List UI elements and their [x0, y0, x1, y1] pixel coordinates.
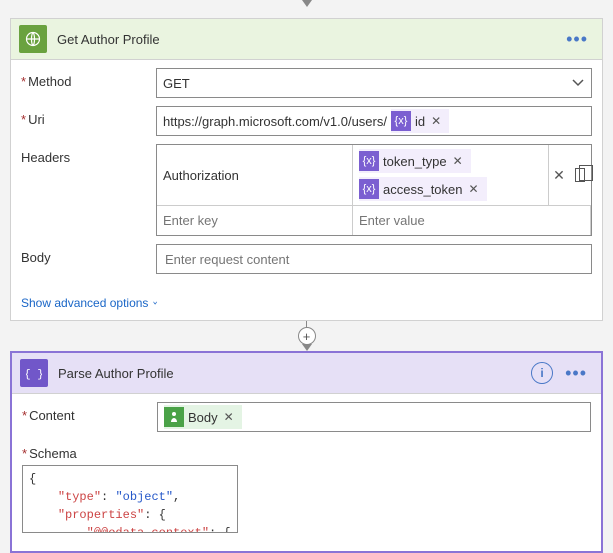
svg-text:{ }: { } [26, 369, 42, 381]
step-title: Get Author Profile [57, 32, 560, 47]
header-value-input[interactable] [353, 205, 591, 235]
chevron-down-icon [571, 75, 585, 92]
dynamic-content-icon: {x} [359, 151, 379, 171]
uri-input[interactable]: https://graph.microsoft.com/v1.0/users/ … [156, 106, 592, 136]
advanced-link-label: Show advanced options [21, 296, 148, 310]
token-label: id [415, 114, 425, 129]
method-label: Method [21, 68, 156, 89]
method-value: GET [163, 76, 190, 91]
token-label: token_type [383, 154, 447, 169]
remove-token-icon[interactable]: ✕ [467, 182, 481, 196]
schema-label: Schema [22, 440, 77, 461]
close-icon: ✕ [553, 167, 565, 184]
card-header[interactable]: { } Parse Author Profile i ••• [12, 353, 601, 394]
uri-token-id[interactable]: {x} id ✕ [391, 109, 449, 133]
step-parse-author-profile: { } Parse Author Profile i ••• Content B… [10, 351, 603, 553]
header-key-cell[interactable]: Authorization [157, 145, 353, 205]
more-menu-button[interactable]: ••• [560, 29, 594, 50]
card-header[interactable]: Get Author Profile ••• [11, 19, 602, 60]
body-input[interactable] [156, 244, 592, 274]
globe-icon [19, 25, 47, 53]
more-menu-button[interactable]: ••• [559, 363, 593, 384]
content-input[interactable]: Body ✕ [157, 402, 591, 432]
content-label: Content [22, 402, 157, 423]
header-value-cell[interactable]: {x} token_type ✕ {x} access_token ✕ [353, 145, 549, 205]
uri-label: Uri [21, 106, 156, 127]
content-token-body[interactable]: Body ✕ [164, 405, 242, 429]
copy-icon [575, 168, 585, 182]
remove-token-icon[interactable]: ✕ [451, 154, 465, 168]
copy-header-button[interactable] [569, 145, 591, 205]
step-get-author-profile: Get Author Profile ••• Method GET Uri ht… [10, 18, 603, 321]
dynamic-content-icon [164, 407, 184, 427]
token-label: access_token [383, 182, 463, 197]
add-step-button[interactable]: + [298, 327, 316, 345]
body-label: Body [21, 244, 156, 265]
remove-header-button[interactable]: ✕ [549, 145, 569, 205]
chevron-down-icon: › [151, 301, 161, 305]
header-key-input[interactable] [157, 205, 353, 235]
remove-token-icon[interactable]: ✕ [429, 114, 443, 128]
schema-editor[interactable]: { "type": "object", "properties": { "@@o… [22, 465, 238, 533]
header-token-token-type[interactable]: {x} token_type ✕ [359, 149, 471, 173]
headers-label: Headers [21, 144, 156, 165]
header-token-access-token[interactable]: {x} access_token ✕ [359, 177, 487, 201]
connector: + [0, 321, 613, 351]
header-key-field[interactable] [163, 213, 346, 228]
header-value-field[interactable] [359, 213, 584, 228]
header-key-value: Authorization [163, 168, 239, 183]
dynamic-content-icon: {x} [359, 179, 379, 199]
headers-table: Authorization {x} token_type ✕ {x} acces… [156, 144, 592, 236]
info-button[interactable]: i [531, 362, 553, 384]
dynamic-content-icon: {x} [391, 111, 411, 131]
token-label: Body [188, 410, 218, 425]
body-field[interactable] [163, 248, 585, 271]
step-title: Parse Author Profile [58, 366, 531, 381]
method-select[interactable]: GET [156, 68, 592, 98]
code-braces-icon: { } [20, 359, 48, 387]
show-advanced-options-link[interactable]: Show advanced options › [11, 292, 602, 320]
remove-token-icon[interactable]: ✕ [222, 410, 236, 424]
uri-text-prefix: https://graph.microsoft.com/v1.0/users/ [163, 114, 387, 129]
